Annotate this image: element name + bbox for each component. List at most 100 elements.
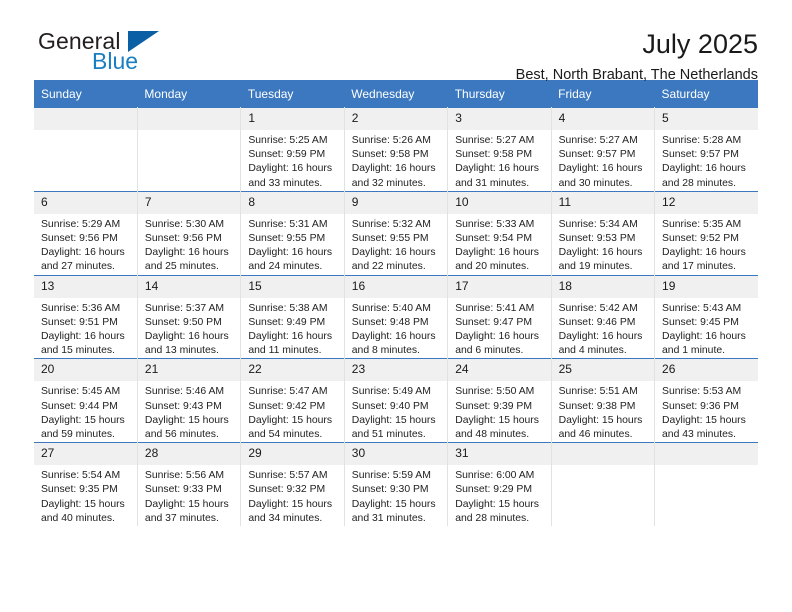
sunset-time: Sunset: 9:47 PM <box>455 316 533 328</box>
calendar-day-cell[interactable]: 10 Sunrise: 5:33 AM Sunset: 9:54 PM Dayligh… <box>447 190 552 276</box>
sunrise-time: Sunrise: 5:35 AM <box>662 218 742 230</box>
sunrise-time: Sunrise: 5:56 AM <box>144 470 225 482</box>
sunrise-time: Sunrise: 5:37 AM <box>144 302 225 314</box>
day-number: 13 <box>34 275 137 298</box>
calendar-day-cell[interactable]: 5 Sunrise: 5:28 AM Sunset: 9:57 PM Daylight… <box>654 107 758 192</box>
day-number: 27 <box>34 443 137 466</box>
calendar-day-cell[interactable]: 7 Sunrise: 5:30 AM Sunset: 9:56 PM Daylight… <box>137 190 242 276</box>
calendar-day-cell[interactable]: 26 Sunrise: 5:53 AM Sunset: 9:36 PM Dayligh… <box>654 358 758 443</box>
sunset-time: Sunset: 9:38 PM <box>558 400 636 412</box>
calendar-day-cell[interactable]: 16 Sunrise: 5:40 AM Sunset: 9:48 PM Dayligh… <box>344 274 449 359</box>
sunset-time: Sunset: 9:49 PM <box>248 316 326 328</box>
sunrise-time: Sunrise: 5:45 AM <box>41 386 121 398</box>
daylight-line-2: and 13 minutes. <box>144 345 219 357</box>
day-details: Sunrise: 5:26 AM Sunset: 9:58 PM Daylight:… <box>345 130 447 191</box>
daylight-line-2: and 24 minutes. <box>248 261 323 273</box>
day-number: 25 <box>551 359 655 382</box>
sunrise-time: Sunrise: 5:59 AM <box>351 470 431 482</box>
day-details: Sunrise: 5:36 AM Sunset: 9:51 PM Daylight:… <box>34 298 137 359</box>
calendar-day-cell[interactable]: 22 Sunrise: 5:47 AM Sunset: 9:42 PM Dayligh… <box>240 358 345 443</box>
daylight-line-2: and 8 minutes. <box>351 345 420 357</box>
sunset-time: Sunset: 9:45 PM <box>662 316 739 328</box>
calendar-day-cell[interactable]: 29 Sunrise: 5:57 AM Sunset: 9:32 PM Dayligh… <box>240 442 345 527</box>
day-number: 2 <box>344 108 448 130</box>
calendar-day-cell[interactable]: 21 Sunrise: 5:46 AM Sunset: 9:43 PM Dayligh… <box>137 358 242 443</box>
calendar-header-row: Sunday Monday Tuesday Wednesday Thursday… <box>34 80 758 108</box>
calendar-week-row: 1 Sunrise: 5:25 AM Sunset: 9:59 PM Daylight… <box>34 107 758 192</box>
calendar-day-cell[interactable]: 17 Sunrise: 5:41 AM Sunset: 9:47 PM Dayligh… <box>447 274 552 359</box>
day-details: Sunrise: 5:25 AM Sunset: 9:59 PM Daylight:… <box>241 130 343 191</box>
calendar-day-cell[interactable]: 24 Sunrise: 5:50 AM Sunset: 9:39 PM Dayligh… <box>447 358 552 443</box>
weekday-header-thursday: Thursday <box>447 80 552 108</box>
daylight-line-1: Daylight: 15 hours <box>41 498 125 510</box>
calendar-day-cell[interactable]: 20 Sunrise: 5:45 AM Sunset: 9:44 PM Dayligh… <box>34 358 138 443</box>
calendar-day-cell[interactable]: 15 Sunrise: 5:38 AM Sunset: 9:49 PM Dayligh… <box>240 274 345 359</box>
sunset-time: Sunset: 9:44 PM <box>41 400 118 412</box>
sunrise-time: Sunrise: 5:42 AM <box>558 302 638 314</box>
calendar-day-cell[interactable]: 27 Sunrise: 5:54 AM Sunset: 9:35 PM Dayligh… <box>34 442 138 527</box>
day-number <box>655 443 758 466</box>
day-details: Sunrise: 5:27 AM Sunset: 9:58 PM Daylight:… <box>448 130 550 191</box>
day-details: Sunrise: 5:59 AM Sunset: 9:30 PM Daylight:… <box>345 465 447 526</box>
sunrise-sunset-calendar: Sunday Monday Tuesday Wednesday Thursday… <box>34 80 758 527</box>
calendar-day-cell[interactable]: 30 Sunrise: 5:59 AM Sunset: 9:30 PM Dayligh… <box>344 442 449 527</box>
day-number: 30 <box>344 443 448 466</box>
day-number: 23 <box>344 359 448 382</box>
calendar-day-cell[interactable]: 11 Sunrise: 5:34 AM Sunset: 9:53 PM Dayligh… <box>551 190 656 276</box>
day-details: Sunrise: 5:57 AM Sunset: 9:32 PM Daylight:… <box>241 465 343 526</box>
sunrise-time: Sunrise: 5:57 AM <box>248 470 328 482</box>
calendar-day-cell[interactable]: 8 Sunrise: 5:31 AM Sunset: 9:55 PM Daylight… <box>240 190 345 276</box>
calendar-day-cell[interactable]: 13 Sunrise: 5:36 AM Sunset: 9:51 PM Dayligh… <box>34 274 138 359</box>
calendar-day-cell[interactable]: 23 Sunrise: 5:49 AM Sunset: 9:40 PM Dayligh… <box>344 358 449 443</box>
daylight-line-1: Daylight: 16 hours <box>351 163 436 175</box>
calendar-day-cell[interactable]: 31 Sunrise: 6:00 AM Sunset: 9:29 PM Dayligh… <box>447 442 552 527</box>
sunset-time: Sunset: 9:54 PM <box>455 233 533 245</box>
sunrise-time: Sunrise: 5:28 AM <box>662 135 742 146</box>
sunrise-time: Sunrise: 5:34 AM <box>558 218 638 230</box>
calendar-day-cell[interactable]: 2 Sunrise: 5:26 AM Sunset: 9:58 PM Daylight… <box>344 107 449 192</box>
sunset-time: Sunset: 9:46 PM <box>558 316 636 328</box>
weekday-header-wednesday: Wednesday <box>344 80 448 108</box>
sunrise-time: Sunrise: 5:29 AM <box>41 218 121 230</box>
calendar-day-cell[interactable]: 19 Sunrise: 5:43 AM Sunset: 9:45 PM Dayligh… <box>654 274 758 359</box>
daylight-line-1: Daylight: 16 hours <box>41 331 125 343</box>
sunrise-time: Sunrise: 5:43 AM <box>662 302 742 314</box>
calendar-day-cell[interactable]: 3 Sunrise: 5:27 AM Sunset: 9:58 PM Daylight… <box>447 107 552 192</box>
daylight-line-2: and 40 minutes. <box>41 512 115 524</box>
calendar-day-cell[interactable]: 1 Sunrise: 5:25 AM Sunset: 9:59 PM Daylight… <box>240 107 345 192</box>
calendar-day-cell-empty <box>34 107 138 192</box>
sunset-time: Sunset: 9:30 PM <box>351 484 429 496</box>
calendar-day-cell[interactable]: 25 Sunrise: 5:51 AM Sunset: 9:38 PM Dayligh… <box>551 358 656 443</box>
sunset-time: Sunset: 9:57 PM <box>662 149 739 161</box>
daylight-line-1: Daylight: 16 hours <box>455 163 539 175</box>
sunset-time: Sunset: 9:55 PM <box>351 233 429 245</box>
calendar-day-cell[interactable]: 12 Sunrise: 5:35 AM Sunset: 9:52 PM Dayligh… <box>654 190 758 276</box>
day-details: Sunrise: 5:35 AM Sunset: 9:52 PM Daylight:… <box>655 214 758 275</box>
calendar-day-cell[interactable]: 6 Sunrise: 5:29 AM Sunset: 9:56 PM Daylight… <box>34 190 138 276</box>
sunrise-time: Sunrise: 5:40 AM <box>351 302 431 314</box>
daylight-line-1: Daylight: 16 hours <box>351 247 436 259</box>
calendar-day-cell[interactable]: 18 Sunrise: 5:42 AM Sunset: 9:46 PM Dayligh… <box>551 274 656 359</box>
sunrise-time: Sunrise: 5:38 AM <box>248 302 328 314</box>
calendar-day-cell[interactable]: 14 Sunrise: 5:37 AM Sunset: 9:50 PM Dayligh… <box>137 274 242 359</box>
daylight-line-1: Daylight: 15 hours <box>351 414 436 426</box>
daylight-line-2: and 22 minutes. <box>351 261 426 273</box>
calendar-day-cell[interactable]: 9 Sunrise: 5:32 AM Sunset: 9:55 PM Daylight… <box>344 190 449 276</box>
general-blue-logo[interactable]: General Blue <box>34 28 174 76</box>
daylight-line-1: Daylight: 16 hours <box>248 247 333 259</box>
daylight-line-2: and 25 minutes. <box>144 261 219 273</box>
day-details: Sunrise: 5:32 AM Sunset: 9:55 PM Daylight:… <box>345 214 447 275</box>
daylight-line-2: and 28 minutes. <box>455 512 530 524</box>
calendar-day-cell[interactable]: 4 Sunrise: 5:27 AM Sunset: 9:57 PM Daylight… <box>551 107 656 192</box>
daylight-line-1: Daylight: 16 hours <box>662 331 746 343</box>
day-details: Sunrise: 5:49 AM Sunset: 9:40 PM Daylight:… <box>345 381 447 442</box>
sunset-time: Sunset: 9:50 PM <box>144 316 222 328</box>
calendar-day-cell[interactable]: 28 Sunrise: 5:56 AM Sunset: 9:33 PM Dayligh… <box>137 442 242 527</box>
sunset-time: Sunset: 9:58 PM <box>351 149 429 161</box>
day-number: 5 <box>655 108 758 130</box>
day-number: 3 <box>448 108 551 130</box>
day-number: 10 <box>448 191 551 214</box>
day-details: Sunrise: 5:54 AM Sunset: 9:35 PM Daylight:… <box>34 465 137 526</box>
daylight-line-1: Daylight: 16 hours <box>351 331 436 343</box>
daylight-line-2: and 28 minutes. <box>662 177 736 189</box>
